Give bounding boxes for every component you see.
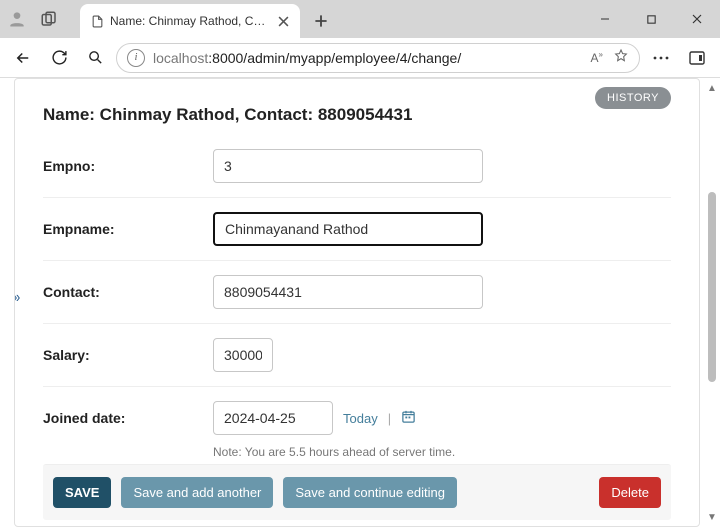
- field-row-joined: Joined date: Today |: [43, 387, 671, 439]
- browser-toolbar: i localhost:8000/admin/myapp/employee/4/…: [0, 38, 720, 78]
- input-empname[interactable]: [213, 212, 483, 246]
- separator: |: [388, 411, 391, 426]
- label-empname: Empname:: [43, 221, 213, 237]
- url-text: localhost:8000/admin/myapp/employee/4/ch…: [153, 50, 461, 66]
- admin-change-form: HISTORY Name: Chinmay Rathod, Contact: 8…: [14, 78, 700, 527]
- field-row-salary: Salary:: [43, 324, 671, 387]
- window-maximize-button[interactable]: [628, 0, 674, 38]
- site-info-icon[interactable]: i: [127, 49, 145, 67]
- scroll-down-icon[interactable]: ▼: [706, 511, 718, 523]
- save-button[interactable]: SAVE: [53, 477, 111, 508]
- collections-icon[interactable]: [36, 6, 62, 32]
- window-close-button[interactable]: [674, 0, 720, 38]
- label-empno: Empno:: [43, 158, 213, 174]
- profile-icon[interactable]: [4, 6, 30, 32]
- input-salary[interactable]: [213, 338, 273, 372]
- input-empno[interactable]: [213, 149, 483, 183]
- browser-tab-active[interactable]: Name: Chinmay Rathod, Contact…: [80, 4, 300, 38]
- label-joined: Joined date:: [43, 410, 213, 426]
- label-salary: Salary:: [43, 347, 213, 363]
- more-menu-button[interactable]: [646, 43, 676, 73]
- sidebar-toggle-icon[interactable]: [682, 43, 712, 73]
- window-minimize-button[interactable]: [582, 0, 628, 38]
- input-contact[interactable]: [213, 275, 483, 309]
- scrollbar-thumb[interactable]: [708, 192, 716, 382]
- tab-close-button[interactable]: [274, 12, 292, 30]
- search-button[interactable]: [80, 43, 110, 73]
- field-row-contact: Contact:: [43, 261, 671, 324]
- page-icon: [90, 14, 104, 28]
- scroll-up-icon[interactable]: ▲: [706, 82, 718, 94]
- back-button[interactable]: [8, 43, 38, 73]
- input-joined-date[interactable]: [213, 401, 333, 435]
- page-viewport: HISTORY Name: Chinmay Rathod, Contact: 8…: [0, 78, 720, 527]
- refresh-button[interactable]: [44, 43, 74, 73]
- calendar-icon[interactable]: [401, 409, 416, 427]
- label-contact: Contact:: [43, 284, 213, 300]
- delete-button[interactable]: Delete: [599, 477, 661, 508]
- new-tab-button[interactable]: [306, 6, 336, 36]
- favorite-icon[interactable]: [613, 48, 629, 67]
- browser-titlebar: Name: Chinmay Rathod, Contact…: [0, 0, 720, 38]
- field-row-empno: Empno:: [43, 135, 671, 198]
- scrollbar[interactable]: ▲ ▼: [706, 82, 718, 523]
- today-link[interactable]: Today: [343, 411, 378, 426]
- expand-handle-icon[interactable]: »: [14, 288, 20, 306]
- address-bar[interactable]: i localhost:8000/admin/myapp/employee/4/…: [116, 43, 640, 73]
- submit-row: SAVE Save and add another Save and conti…: [43, 464, 671, 520]
- read-aloud-icon[interactable]: A»: [591, 50, 603, 65]
- save-add-another-button[interactable]: Save and add another: [121, 477, 273, 508]
- save-continue-button[interactable]: Save and continue editing: [283, 477, 457, 508]
- field-row-empname: Empname:: [43, 198, 671, 261]
- window-controls: [582, 0, 720, 38]
- tab-title: Name: Chinmay Rathod, Contact…: [110, 14, 268, 28]
- timezone-note: Note: You are 5.5 hours ahead of server …: [213, 445, 671, 459]
- history-button[interactable]: HISTORY: [595, 87, 671, 109]
- object-title: Name: Chinmay Rathod, Contact: 880905443…: [43, 105, 671, 125]
